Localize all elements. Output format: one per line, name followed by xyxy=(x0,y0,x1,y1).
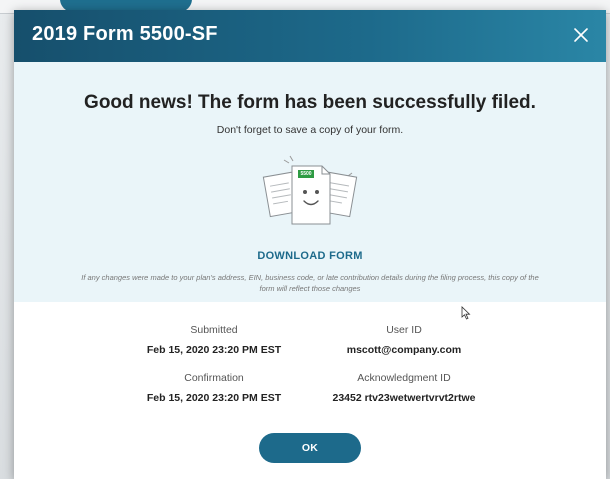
filing-success-modal: 2019 Form 5500-SF Good news! The form ha… xyxy=(14,10,606,479)
user-id-value: mscott@company.com xyxy=(346,344,462,356)
close-icon xyxy=(574,28,588,42)
acknowledgment-value: 23452 rtv23wetwertvrvt2rtwe xyxy=(332,392,476,404)
ok-button[interactable]: OK xyxy=(259,433,361,463)
user-id-field: User ID mscott@company.com xyxy=(284,324,524,356)
success-headline: Good news! The form has been successfull… xyxy=(84,92,536,113)
happy-document-icon: 5500 xyxy=(262,152,358,234)
filing-disclaimer: If any changes were made to your plan's … xyxy=(81,273,539,293)
modal-title: 2019 Form 5500-SF xyxy=(32,23,218,45)
acknowledgment-field: Acknowledgment ID 23452 rtv23wetwertvrvt… xyxy=(284,372,524,404)
success-hero: Good news! The form has been successfull… xyxy=(14,62,606,302)
modal-header: 2019 Form 5500-SF xyxy=(14,10,606,62)
close-button[interactable] xyxy=(570,24,592,46)
download-form-link[interactable]: DOWNLOAD FORM xyxy=(14,250,606,262)
acknowledgment-label: Acknowledgment ID xyxy=(357,372,451,384)
user-id-label: User ID xyxy=(386,324,422,336)
success-subline: Don't forget to save a copy of your form… xyxy=(216,124,404,136)
mouse-cursor-icon xyxy=(461,306,471,320)
form-badge: 5500 xyxy=(300,171,312,177)
